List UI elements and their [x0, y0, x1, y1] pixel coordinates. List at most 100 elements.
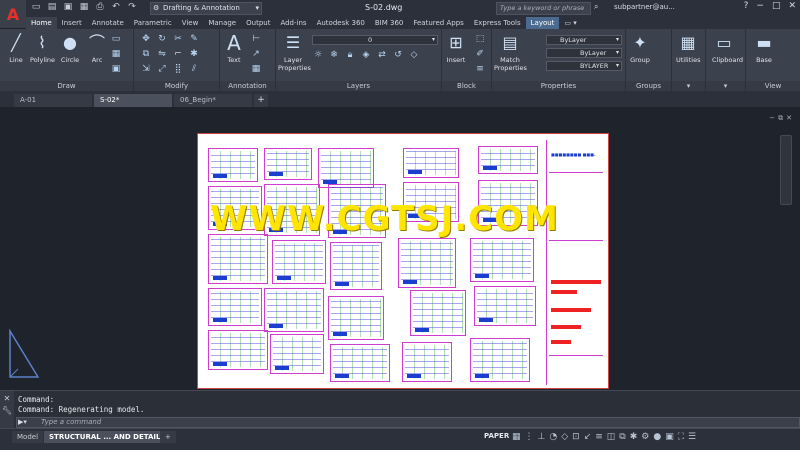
layer-isolate-icon[interactable]: ◈: [360, 49, 372, 61]
hardware-icon[interactable]: ▣: [665, 432, 674, 442]
utilities-expand[interactable]: ▾: [672, 81, 705, 91]
navigation-bar[interactable]: [780, 135, 792, 205]
layout-tab-structural[interactable]: STRUCTURAL ... AND DETAILS: [44, 431, 171, 443]
properties-panel-title[interactable]: Properties: [492, 81, 625, 91]
minimize-icon[interactable]: −: [756, 1, 764, 11]
dimension-icon[interactable]: ⊢: [250, 33, 262, 45]
file-tab-s02[interactable]: S-02*: [94, 94, 172, 107]
tab-view[interactable]: View: [177, 17, 204, 29]
linetype-dropdown[interactable]: ByLayer: [546, 48, 622, 58]
arc-tool[interactable]: ⌒ Arc: [85, 32, 109, 64]
rectangle-icon[interactable]: ▭: [110, 33, 122, 45]
detail-viewport[interactable]: [470, 238, 534, 282]
text-tool[interactable]: A Text: [222, 32, 246, 64]
isodraft-icon[interactable]: ◇: [561, 432, 568, 442]
transparency-icon[interactable]: ◫: [607, 432, 616, 442]
detail-viewport[interactable]: [208, 148, 258, 182]
draw-panel-title[interactable]: Draw: [0, 81, 133, 91]
detail-viewport[interactable]: [402, 342, 452, 382]
close-icon[interactable]: ✕: [0, 394, 14, 403]
command-input[interactable]: Type a command: [16, 417, 800, 428]
detail-viewport[interactable]: [474, 286, 536, 326]
clipboard-tool[interactable]: ▭ Clipboard: [712, 32, 743, 64]
detail-viewport[interactable]: [398, 238, 456, 288]
search-icon[interactable]: ⌕: [594, 2, 598, 12]
otrack-icon[interactable]: ↙: [584, 432, 592, 442]
selection-cycling-icon[interactable]: ⧉: [619, 432, 625, 442]
layer-lock-icon[interactable]: 🔒︎: [344, 49, 356, 61]
workspace-dropdown[interactable]: ⚙ Drafting & Annotation: [150, 2, 262, 15]
create-block-icon[interactable]: ⬚: [474, 33, 486, 45]
layer-properties-tool[interactable]: ☰ Layer Properties: [278, 32, 311, 72]
tab-insert[interactable]: Insert: [57, 17, 87, 29]
modify-panel-title[interactable]: Modify: [134, 81, 219, 91]
customize-icon[interactable]: ☰: [688, 432, 696, 442]
copy-icon[interactable]: ⧉: [140, 48, 152, 60]
edit-block-icon[interactable]: ✐: [474, 48, 486, 60]
viewport-restore-icon[interactable]: ⧉: [778, 114, 783, 123]
paper-space-toggle[interactable]: PAPER: [484, 432, 509, 440]
line-tool[interactable]: ╱ Line: [4, 32, 28, 64]
detail-viewport[interactable]: [403, 148, 459, 178]
viewport-minimize-icon[interactable]: −: [769, 114, 775, 123]
snap-icon[interactable]: ⋮: [525, 432, 534, 442]
explode-icon[interactable]: ✱: [188, 48, 200, 60]
tab-bim-360[interactable]: BIM 360: [370, 17, 409, 29]
close-icon[interactable]: ✕: [788, 1, 796, 11]
groups-panel-title[interactable]: Groups: [626, 81, 671, 91]
file-tab-06-begin[interactable]: 06_Begin*: [174, 94, 252, 107]
mirror-icon[interactable]: ⇋: [156, 48, 168, 60]
detail-viewport[interactable]: [328, 296, 384, 340]
ribbon-toggle-icon[interactable]: ▭ ▾: [559, 17, 581, 29]
detail-viewport[interactable]: [330, 242, 382, 290]
workspace-icon[interactable]: ⚙: [641, 432, 649, 442]
detail-viewport[interactable]: [410, 290, 466, 336]
table-icon[interactable]: ▦: [250, 63, 262, 75]
plot-icon[interactable]: ⎙: [94, 2, 106, 12]
layer-dropdown[interactable]: 0: [312, 35, 438, 45]
circle-tool[interactable]: ● Circle: [58, 32, 82, 64]
application-menu-button[interactable]: A: [0, 0, 26, 28]
detail-viewport[interactable]: [264, 148, 312, 180]
layer-on-icon[interactable]: ☼: [312, 49, 324, 61]
layer-walk-icon[interactable]: ◇: [408, 49, 420, 61]
utilities-tool[interactable]: ▦ Utilities: [676, 32, 700, 64]
save-as-icon[interactable]: ▦: [78, 2, 90, 12]
detail-viewport[interactable]: [270, 334, 324, 374]
maximize-icon[interactable]: □: [772, 1, 781, 11]
stretch-icon[interactable]: ⇲: [140, 63, 152, 75]
layout-tab-model[interactable]: Model: [12, 431, 44, 443]
base-tool[interactable]: ▬ Base: [752, 32, 776, 64]
viewport-close-icon[interactable]: ✕: [786, 114, 792, 123]
tab-layout[interactable]: Layout: [525, 17, 560, 29]
detail-viewport[interactable]: [208, 288, 262, 326]
tab-home[interactable]: Home: [26, 17, 57, 29]
detail-viewport[interactable]: [470, 338, 530, 382]
save-icon[interactable]: ▣: [62, 2, 74, 12]
help-icon[interactable]: ?: [744, 1, 749, 11]
clipboard-expand[interactable]: ▾: [706, 81, 745, 91]
tab-add-ins[interactable]: Add-ins: [275, 17, 311, 29]
tab-output[interactable]: Output: [241, 17, 275, 29]
detail-viewport[interactable]: [208, 234, 268, 284]
tab-annotate[interactable]: Annotate: [87, 17, 129, 29]
block-panel-title[interactable]: Block: [442, 81, 491, 91]
polar-icon[interactable]: ◔: [549, 432, 557, 442]
annotation-panel-title[interactable]: Annotation: [220, 81, 275, 91]
layer-previous-icon[interactable]: ↺: [392, 49, 404, 61]
wrench-icon[interactable]: 🔧︎: [0, 406, 14, 415]
polyline-tool[interactable]: ⌇ Polyline: [30, 32, 55, 64]
layout-sheet[interactable]: ■■■■■■■■ ■■■.: [197, 133, 609, 389]
new-layout-button[interactable]: +: [160, 431, 176, 443]
tab-parametric[interactable]: Parametric: [129, 17, 177, 29]
fillet-icon[interactable]: ⌐: [172, 48, 184, 60]
detail-viewport[interactable]: [330, 344, 390, 382]
new-tab-button[interactable]: +: [254, 94, 268, 107]
command-line-handle[interactable]: ✕ 🔧︎: [0, 391, 14, 429]
isolate-icon[interactable]: ●: [653, 432, 661, 442]
user-account[interactable]: subpartner@au...: [614, 3, 675, 11]
tab-manage[interactable]: Manage: [203, 17, 241, 29]
open-icon[interactable]: ▤: [46, 2, 58, 12]
group-tool[interactable]: ✦ Group: [628, 32, 652, 64]
redo-icon[interactable]: ↷: [126, 2, 138, 12]
